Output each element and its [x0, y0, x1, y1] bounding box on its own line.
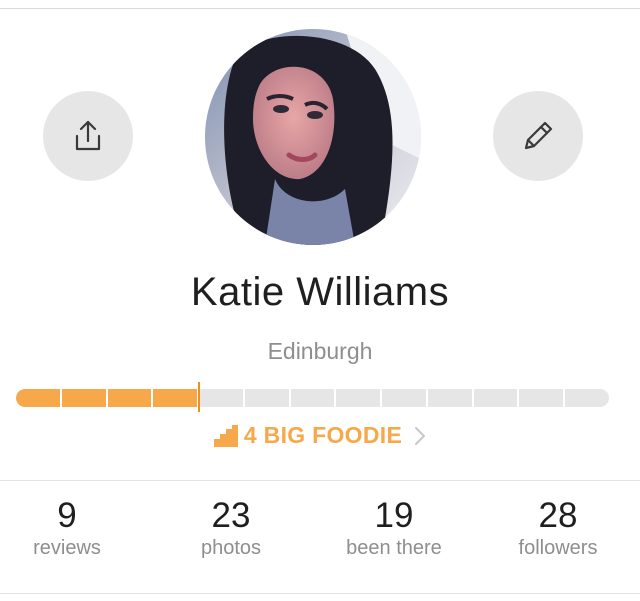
- progress-segment: [62, 389, 108, 407]
- stat-label: reviews: [33, 537, 101, 559]
- stat-followers[interactable]: 28 followers: [478, 496, 638, 560]
- profile-name: Katie Williams: [190, 270, 450, 314]
- profile-stats: 9 reviews 23 photos 19 been there 28 fol…: [0, 496, 640, 566]
- level-badge[interactable]: 4 BIG FOODIE: [0, 422, 640, 449]
- chevron-right-icon: [415, 426, 426, 445]
- share-upload-icon: [75, 120, 101, 151]
- pencil-icon: [524, 121, 553, 150]
- level-progress-segments: [16, 389, 609, 407]
- progress-segment: [474, 389, 520, 407]
- profile-location: Edinburgh: [267, 338, 373, 364]
- stat-been-there[interactable]: 19 been there: [314, 496, 474, 560]
- progress-segment: [108, 389, 154, 407]
- progress-segment: [291, 389, 337, 407]
- edit-profile-button[interactable]: [493, 91, 583, 181]
- level-steps-icon: [213, 424, 238, 447]
- share-button[interactable]: [43, 91, 133, 181]
- stat-value: 23: [211, 496, 251, 535]
- bottom-divider: [0, 593, 640, 594]
- avatar[interactable]: [205, 29, 421, 245]
- top-divider: [0, 8, 640, 9]
- stat-value: 28: [538, 496, 578, 535]
- stat-value: 9: [57, 496, 77, 535]
- level-progress-bar: [16, 389, 609, 407]
- stat-value: 19: [374, 496, 414, 535]
- progress-segment: [336, 389, 383, 407]
- stat-label: been there: [346, 537, 442, 559]
- progress-segment: [519, 389, 566, 407]
- progress-segment: [428, 389, 474, 407]
- stat-label: followers: [518, 537, 598, 559]
- stat-label: photos: [200, 537, 262, 559]
- stats-divider: [0, 480, 640, 481]
- progress-segment: [382, 389, 428, 407]
- level-label: 4 BIG FOODIE: [243, 422, 403, 448]
- progress-segment: [199, 389, 245, 407]
- progress-segment: [16, 389, 62, 407]
- stat-reviews[interactable]: 9 reviews: [0, 496, 147, 560]
- progress-segment: [153, 389, 200, 407]
- progress-segment: [565, 389, 609, 407]
- progress-segment: [245, 389, 291, 407]
- stat-photos[interactable]: 23 photos: [151, 496, 311, 560]
- avatar-photo: [205, 29, 421, 245]
- level-progress-marker: [198, 382, 200, 412]
